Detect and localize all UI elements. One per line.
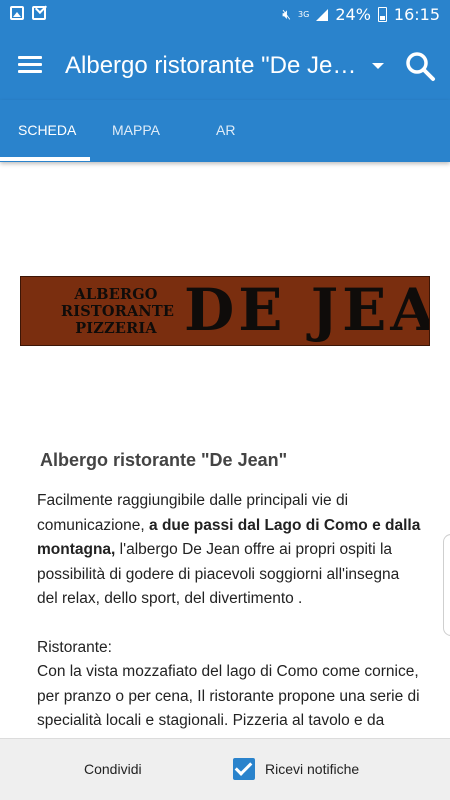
battery-percent: 24% — [335, 5, 371, 24]
banner-line-albergo: ALBERGO — [74, 286, 158, 303]
search-icon[interactable] — [404, 50, 436, 82]
tab-scheda[interactable]: SCHEDA — [18, 122, 76, 138]
mail-icon — [32, 6, 46, 20]
status-bar: 🔇︎ 3G 24% 16:15 — [0, 0, 450, 30]
share-button[interactable]: Condividi — [84, 761, 142, 777]
banner-subtitle: ALBERGO RISTORANTE PIZZERIA — [61, 286, 175, 337]
app-screen: 🔇︎ 3G 24% 16:15 Albergo ristorante "De J… — [0, 0, 450, 800]
status-left-icons — [10, 6, 46, 20]
signal-icon — [316, 8, 329, 21]
tab-mappa[interactable]: MAPPA — [112, 122, 160, 138]
image-icon — [10, 6, 24, 20]
restaurant-text: Con la vista mozzafiato del lago di Como… — [37, 663, 420, 738]
content-area[interactable]: ALBERGO RISTORANTE PIZZERIA DE JEAN Albe… — [0, 162, 450, 738]
hotel-logo-banner: ALBERGO RISTORANTE PIZZERIA DE JEAN — [20, 276, 430, 346]
page-title: Albergo ristorante "De Jean" — [65, 52, 357, 79]
bottom-action-bar: Condividi Ricevi notifiche — [0, 738, 450, 800]
article-heading: Albergo ristorante "De Jean" — [40, 450, 288, 470]
status-right: 🔇︎ 3G 24% 16:15 — [282, 5, 440, 24]
restaurant-title: Ristorante: — [37, 638, 112, 656]
dropdown-icon[interactable] — [372, 63, 384, 69]
notifications-label[interactable]: Ricevi notifiche — [265, 761, 359, 777]
mute-icon: 🔇︎ — [282, 6, 292, 23]
network-type: 3G — [298, 9, 310, 19]
check-icon — [234, 758, 253, 776]
banner-line-ristorante: RISTORANTE — [61, 303, 175, 320]
tab-bar: SCHEDA MAPPA AR — [0, 100, 450, 162]
clock: 16:15 — [393, 5, 440, 24]
banner-line-pizzeria: PIZZERIA — [75, 320, 157, 337]
tab-ar[interactable]: AR — [216, 122, 235, 138]
app-toolbar: Albergo ristorante "De Jean" — [0, 30, 450, 100]
edge-panel-handle[interactable] — [443, 534, 450, 636]
banner-brand: DE JEAN — [184, 276, 429, 344]
notifications-checkbox[interactable] — [233, 758, 255, 780]
battery-icon — [377, 7, 387, 22]
menu-icon[interactable] — [18, 56, 42, 74]
article-body: Facilmente raggiungibile dalle principal… — [37, 489, 422, 738]
active-tab-indicator — [0, 157, 90, 161]
